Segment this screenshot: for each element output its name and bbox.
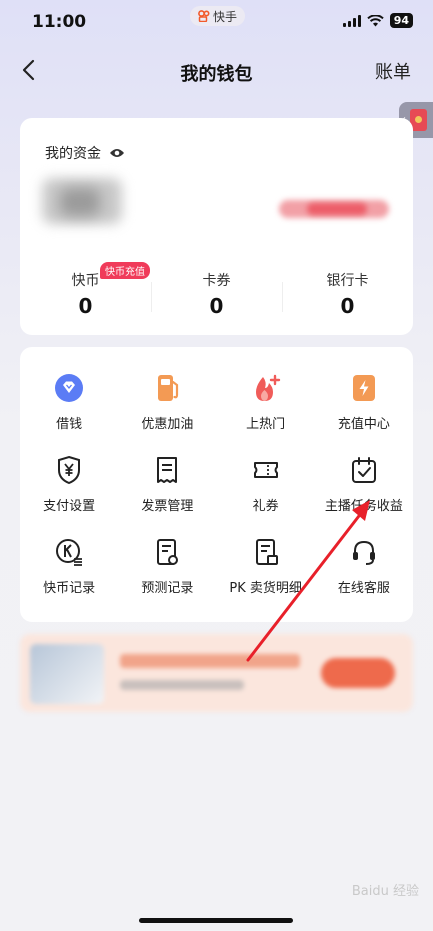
assets-header: 我的资金 xyxy=(45,143,125,163)
gas-pump-icon xyxy=(158,375,179,401)
baidu-jingyan-watermark: Baidu 经验 xyxy=(351,884,419,899)
menu-item-label: 优惠加油 xyxy=(141,417,194,432)
menu-item-streamer-task-earnings[interactable]: 主播任务收益 xyxy=(315,455,413,537)
coin-record-icon xyxy=(56,539,83,566)
menu-item-label: 借钱 xyxy=(56,417,83,432)
menu-item-online-support[interactable]: 在线客服 xyxy=(315,537,413,619)
menu-item-label: 发票管理 xyxy=(141,499,194,514)
yen-shield-icon xyxy=(58,455,81,485)
headset-icon xyxy=(352,540,375,565)
eye-icon[interactable] xyxy=(109,147,125,159)
lightning-icon xyxy=(352,375,375,401)
invoice-icon xyxy=(157,457,178,483)
menu-item-hot-topics[interactable]: 上热门 xyxy=(217,373,315,455)
menu-item-invoice-management[interactable]: 发票管理 xyxy=(118,455,216,537)
diamond-icon xyxy=(55,374,84,402)
list-doc-icon xyxy=(255,539,278,565)
menu-item-label: 在线客服 xyxy=(337,581,390,596)
balance-amount-blurred-detail xyxy=(60,188,100,216)
wifi-icon xyxy=(366,14,384,26)
status-bar: 11:00 快手 94 xyxy=(0,0,433,44)
menu-item-borrow[interactable]: 借钱 xyxy=(20,373,118,455)
banner-subtitle-blurred xyxy=(120,680,244,690)
recharge-badge[interactable]: 快币充值 xyxy=(100,262,150,279)
services-card: 借钱 优惠加油 上热门 充值中心 支付设置 发票管理 礼券 主播任务收益 快币记… xyxy=(20,347,413,622)
app-name: 快手 xyxy=(213,9,238,24)
menu-item-payment-settings[interactable]: 支付设置 xyxy=(20,455,118,537)
menu-item-gift-coupons[interactable]: 礼券 xyxy=(217,455,315,537)
flame-plus-icon xyxy=(255,374,280,401)
menu-item-label: 礼券 xyxy=(252,499,279,514)
menu-item-label: PK 卖货明细 xyxy=(229,581,302,596)
banner-title-blurred xyxy=(120,654,300,668)
menu-item-fuel-discount[interactable]: 优惠加油 xyxy=(118,373,216,455)
stat-value: 0 xyxy=(78,294,93,318)
assets-label: 我的资金 xyxy=(45,146,101,162)
menu-item-label: 预测记录 xyxy=(141,581,194,596)
menu-item-label: 支付设置 xyxy=(43,499,96,514)
stat-label: 银行卡 xyxy=(326,273,369,289)
balance-stats: 快币 快币充值 0 卡券 0 银行卡 0 xyxy=(20,262,413,320)
status-time: 11:00 xyxy=(32,12,87,32)
calendar-check-icon xyxy=(351,457,376,483)
banner-image xyxy=(30,644,104,704)
page-title: 我的钱包 xyxy=(180,64,253,85)
stat-kuaibi[interactable]: 快币 快币充值 0 xyxy=(20,262,151,320)
promo-banner-blurred[interactable] xyxy=(20,634,413,712)
stat-bank-cards[interactable]: 银行卡 0 xyxy=(282,270,413,320)
menu-item-recharge-center[interactable]: 充值中心 xyxy=(315,373,413,455)
ticket-icon xyxy=(253,462,278,478)
menu-item-pk-sales-details[interactable]: PK 卖货明细 xyxy=(217,537,315,619)
promo-tag-blurred-detail xyxy=(307,203,367,215)
services-grid: 借钱 优惠加油 上热门 充值中心 支付设置 发票管理 礼券 主播任务收益 快币记… xyxy=(20,373,413,619)
battery-indicator: 94 xyxy=(389,13,413,28)
kuaishou-logo-icon xyxy=(198,10,210,22)
menu-item-label: 充值中心 xyxy=(337,417,390,432)
menu-item-prediction-records[interactable]: 预测记录 xyxy=(118,537,216,619)
stat-value: 0 xyxy=(340,294,355,318)
menu-item-label: 主播任务收益 xyxy=(324,499,403,514)
banner-action-button[interactable] xyxy=(321,658,395,688)
stat-value: 0 xyxy=(209,294,224,318)
document-icon xyxy=(157,539,179,565)
menu-item-label: 上热门 xyxy=(246,417,286,432)
stat-coupons[interactable]: 卡券 0 xyxy=(151,270,282,320)
stat-label: 卡券 xyxy=(202,273,231,289)
menu-item-label: 快币记录 xyxy=(43,581,96,596)
bill-button[interactable]: 账单 xyxy=(375,58,411,84)
cellular-signal-icon xyxy=(342,14,361,27)
home-indicator[interactable] xyxy=(139,918,293,923)
app-indicator: 快手 xyxy=(190,6,246,26)
balance-card: 我的资金 快币 快币充值 0 卡券 0 银行卡 0 xyxy=(20,118,413,335)
menu-item-kuaibi-records[interactable]: 快币记录 xyxy=(20,537,118,619)
nav-bar: 我的钱包 账单 xyxy=(0,52,433,92)
